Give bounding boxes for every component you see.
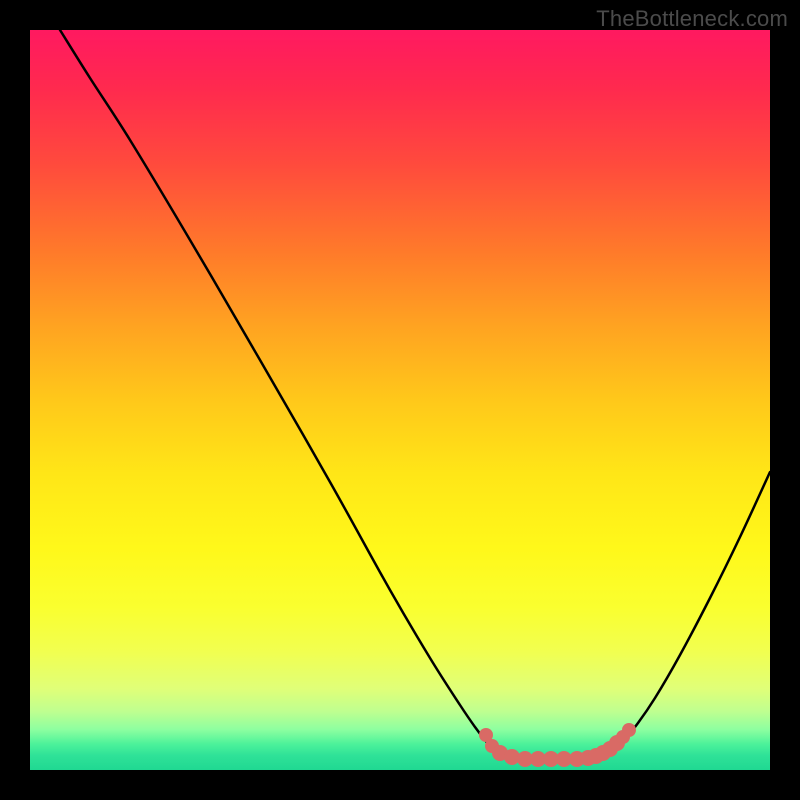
watermark-text: TheBottleneck.com	[596, 6, 788, 32]
chart-overlay	[30, 30, 770, 770]
optimal-range-markers	[479, 723, 636, 767]
bottleneck-curve	[60, 30, 770, 759]
optimal-marker	[622, 723, 636, 737]
chart-area	[30, 30, 770, 770]
